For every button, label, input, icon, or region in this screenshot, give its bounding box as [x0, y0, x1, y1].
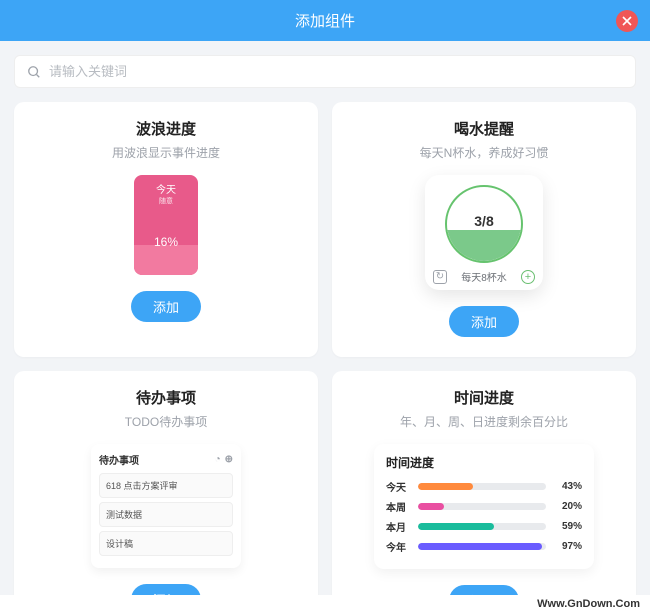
list-item: 618 点击方案评审: [99, 473, 233, 498]
progress-row: 今天 43%: [386, 479, 582, 494]
progress-row: 今年 97%: [386, 539, 582, 554]
water-label: 每天8杯水: [461, 269, 507, 284]
card-title: 待办事项: [28, 387, 304, 408]
progress-track: [418, 523, 546, 530]
card-subtitle: 用波浪显示事件进度: [28, 144, 304, 161]
widget-grid: 波浪进度 用波浪显示事件进度 今天 随意 16% 添加 喝水提醒 每天N杯水，养…: [14, 102, 636, 595]
progress-track: [418, 503, 546, 510]
wave-percent: 16%: [134, 235, 198, 249]
water-preview: 3/8 ↻ 每天8杯水 +: [346, 175, 622, 290]
clock-icon: ◔: [215, 454, 221, 465]
progress-label: 今天: [386, 479, 412, 494]
wave-small: 随意: [159, 196, 173, 206]
card-title: 喝水提醒: [346, 118, 622, 139]
close-button[interactable]: [616, 10, 638, 32]
refresh-icon: ↻: [433, 270, 447, 284]
water-ratio: 3/8: [447, 213, 521, 229]
card-subtitle: TODO待办事项: [28, 413, 304, 430]
wave-preview: 今天 随意 16%: [28, 175, 304, 275]
wave-today: 今天: [156, 185, 176, 196]
dialog-header: 添加组件: [0, 0, 650, 41]
list-item: 测试数据: [99, 502, 233, 527]
progress-track: [418, 543, 546, 550]
add-icon: ⊕: [225, 454, 233, 465]
progress-row: 本周 20%: [386, 499, 582, 514]
search-input[interactable]: [49, 64, 623, 79]
progress-label: 本月: [386, 519, 412, 534]
search-icon: [27, 65, 41, 79]
progress-preview: 时间进度 今天 43% 本周 20% 本月 59% 今年 97%: [346, 444, 622, 569]
progress-head: 时间进度: [386, 454, 582, 471]
search-box[interactable]: [14, 55, 636, 88]
progress-label: 本周: [386, 499, 412, 514]
watermark: Www.GnDown.Com: [537, 598, 640, 610]
close-icon: [622, 16, 632, 26]
card-subtitle: 年、月、周、日进度剩余百分比: [346, 413, 622, 430]
card-todo: 待办事项 TODO待办事项 待办事项 ◔ ⊕ 618 点击方案评审 测试数据 设计…: [14, 371, 318, 595]
add-button-progress[interactable]: 添加: [449, 585, 519, 595]
dialog-body: 波浪进度 用波浪显示事件进度 今天 随意 16% 添加 喝水提醒 每天N杯水，养…: [0, 41, 650, 595]
add-button-wave[interactable]: 添加: [131, 291, 201, 322]
todo-head: 待办事项: [99, 452, 139, 467]
list-item: 设计稿: [99, 531, 233, 556]
todo-preview: 待办事项 ◔ ⊕ 618 点击方案评审 测试数据 设计稿: [28, 444, 304, 568]
card-subtitle: 每天N杯水，养成好习惯: [346, 144, 622, 161]
add-button-todo[interactable]: 添加: [131, 584, 201, 595]
plus-icon: +: [521, 270, 535, 284]
card-water-reminder: 喝水提醒 每天N杯水，养成好习惯 3/8 ↻ 每天8杯水 + 添加: [332, 102, 636, 357]
progress-value: 97%: [552, 541, 582, 552]
progress-value: 20%: [552, 501, 582, 512]
progress-value: 43%: [552, 481, 582, 492]
progress-label: 今年: [386, 539, 412, 554]
progress-track: [418, 483, 546, 490]
card-title: 波浪进度: [28, 118, 304, 139]
card-time-progress: 时间进度 年、月、周、日进度剩余百分比 时间进度 今天 43% 本周 20% 本月 59%…: [332, 371, 636, 595]
card-title: 时间进度: [346, 387, 622, 408]
progress-value: 59%: [552, 521, 582, 532]
add-button-water[interactable]: 添加: [449, 306, 519, 337]
card-wave-progress: 波浪进度 用波浪显示事件进度 今天 随意 16% 添加: [14, 102, 318, 357]
dialog-title: 添加组件: [295, 13, 355, 30]
progress-row: 本月 59%: [386, 519, 582, 534]
